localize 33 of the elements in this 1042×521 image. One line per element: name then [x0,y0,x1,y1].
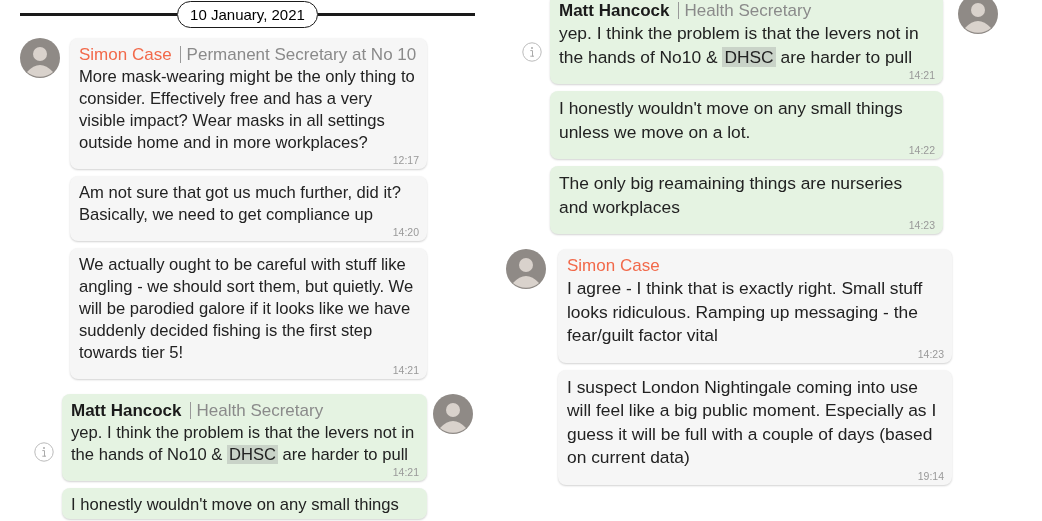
info-icon[interactable] [522,42,542,62]
avatar-icon [506,249,546,289]
sender-name: Matt Hancock [559,0,670,22]
sender-role: Health Secretary [677,2,812,19]
message-time: 12:17 [392,154,419,166]
message-text: yep. I think the problem is that the levers not in the hands of No10 & DHSC are harder to pull [71,422,416,466]
message-time: 14:21 [392,364,419,376]
message-time: 14:20 [392,226,419,238]
message-text: More mask-wearing might be the only thing to consider. Effectively free and has a very visible impact? Wear masks in all settings outside home and in more workplaces? [79,66,416,154]
message-time: 14:23 [917,347,944,360]
message-text: We actually ought to be careful with stuff like angling - we should sort them, but quietly. We will be parodied galore if it looks like we have suddenly decided fishing is the first step towards tier 5! [79,254,415,364]
info-icon[interactable] [34,442,54,462]
date-divider: 10 January, 2021 [177,0,318,28]
message-time: 14:21 [908,69,935,81]
sender-name: Simon Case [79,44,172,66]
message-time: 14:21 [392,466,419,478]
message-time: 14:22 [908,144,935,156]
sender-role: Health Secretary [189,402,324,419]
message-text: yep. I think the problem is that the levers not in the hands of No10 & DHSC are harder to pull [559,22,920,69]
message-time: 19:14 [917,469,944,482]
message-text: The only big reamaining things are nurseries and workplaces [559,172,904,219]
sender-name: Simon Case [567,255,660,277]
message-text: I agree - I think that is exactly right. Small stuff looks ridiculous. Ramping up messaging - the fear/guilt factor vital [567,277,924,347]
sender-role: Permanent Secretary at No 10 [179,46,417,63]
message-time: 14:23 [908,219,935,231]
avatar-icon [958,0,998,34]
message-text: I honestly wouldn't move on any small things [71,494,400,516]
message-text: I suspect London Nightingale coming into use will feel like a big public moment. Especially as I guess it will be full with a couple of days (based on current data) [567,375,938,469]
message-text: I honestly wouldn't move on any small things unless we move on a lot. [559,97,904,144]
message-text: Am not sure that got us much further, did it? Basically, we need to get compliance up [79,182,402,226]
avatar-icon [20,38,60,78]
avatar-icon [433,394,473,434]
sender-name: Matt Hancock [71,400,182,422]
